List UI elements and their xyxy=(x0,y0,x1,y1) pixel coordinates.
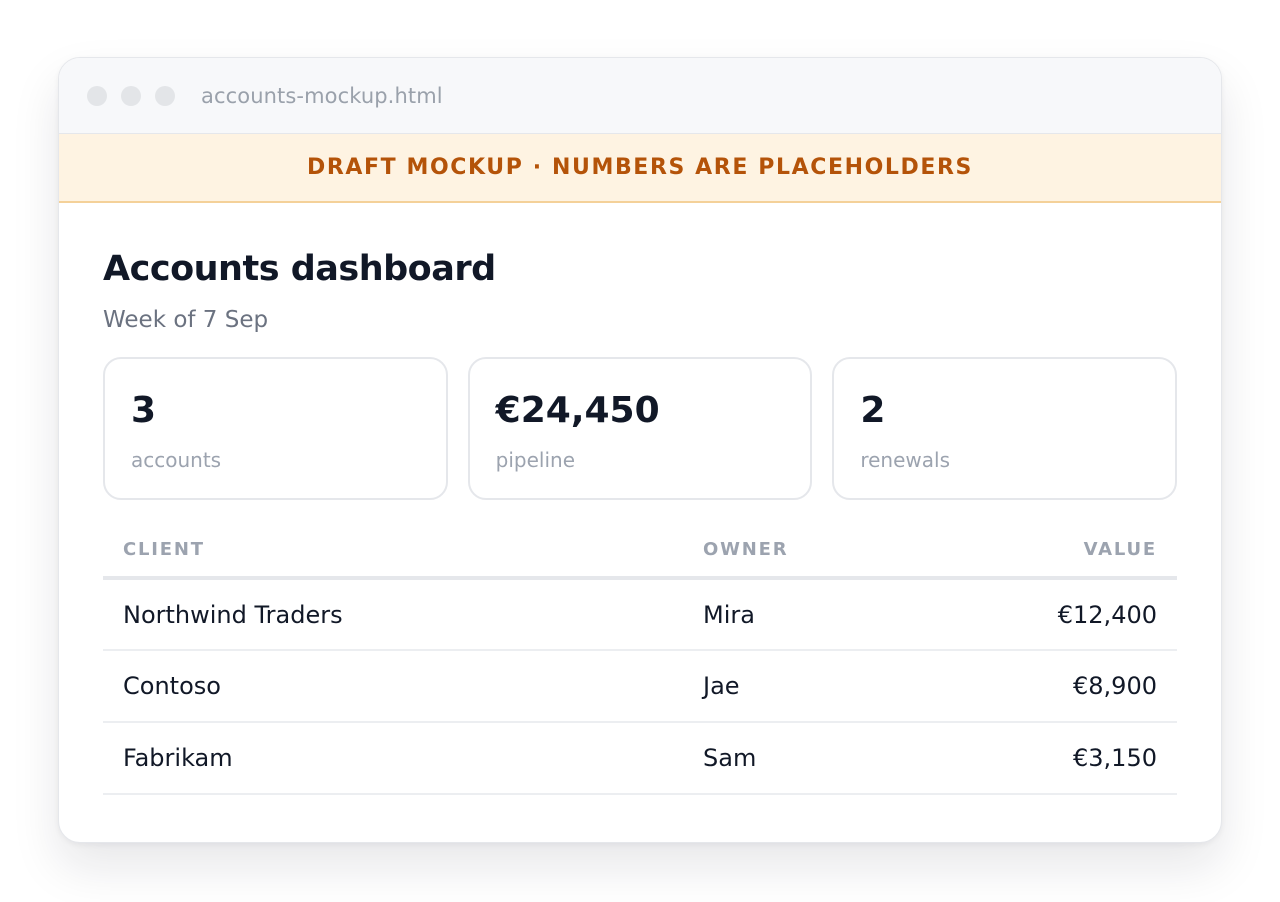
stat-card-pipeline: €24,450 pipeline xyxy=(467,357,813,500)
stat-label: renewals xyxy=(860,448,951,472)
window-titlebar: accounts-mockup.html xyxy=(59,58,1221,134)
cell-owner: Sam xyxy=(683,722,1023,795)
cell-client: Contoso xyxy=(103,650,683,723)
table-row[interactable]: Contoso Jae €8,900 xyxy=(103,650,1177,723)
cell-owner: Jae xyxy=(683,650,1023,723)
stat-label: pipeline xyxy=(495,448,576,472)
cell-value: €8,900 xyxy=(1023,650,1177,723)
window-minimize-dot[interactable] xyxy=(121,85,141,106)
cell-client: Northwind Traders xyxy=(103,578,683,651)
window-title: accounts-mockup.html xyxy=(201,83,443,108)
browser-window: accounts-mockup.html DRAFT MOCKUP · NUMB… xyxy=(58,57,1222,843)
stat-value: 3 xyxy=(131,390,157,431)
draft-banner: DRAFT MOCKUP · NUMBERS ARE PLACEHOLDERS xyxy=(59,134,1221,203)
column-header-owner[interactable]: OWNER xyxy=(683,538,1023,580)
draft-banner-text: DRAFT MOCKUP · NUMBERS ARE PLACEHOLDERS xyxy=(306,155,973,180)
dashboard-content: Accounts dashboard Week of 7 Sep 3 accou… xyxy=(59,247,1221,795)
column-header-value[interactable]: VALUE xyxy=(1023,538,1177,580)
stat-label: accounts xyxy=(131,448,222,472)
page-subtitle: Week of 7 Sep xyxy=(103,307,269,333)
cell-value: €12,400 xyxy=(1023,578,1177,651)
window-maximize-dot[interactable] xyxy=(155,85,175,106)
column-header-client[interactable]: CLIENT xyxy=(103,538,683,580)
stat-value: €24,450 xyxy=(495,390,660,431)
window-close-dot[interactable] xyxy=(87,85,107,106)
stat-cards: 3 accounts €24,450 pipeline 2 renewals xyxy=(103,357,1178,500)
page-title: Accounts dashboard xyxy=(103,249,496,289)
stat-value: 2 xyxy=(860,390,886,431)
table-header-row: CLIENT OWNER VALUE xyxy=(103,538,1177,580)
table-row[interactable]: Fabrikam Sam €3,150 xyxy=(103,722,1177,795)
cell-owner: Mira xyxy=(683,578,1023,651)
stat-card-renewals: 2 renewals xyxy=(832,357,1178,500)
accounts-table: CLIENT OWNER VALUE Northwind Traders Mir… xyxy=(103,538,1177,795)
table-row[interactable]: Northwind Traders Mira €12,400 xyxy=(103,578,1177,651)
cell-value: €3,150 xyxy=(1023,722,1177,795)
stat-card-accounts: 3 accounts xyxy=(103,357,448,500)
cell-client: Fabrikam xyxy=(103,722,683,795)
